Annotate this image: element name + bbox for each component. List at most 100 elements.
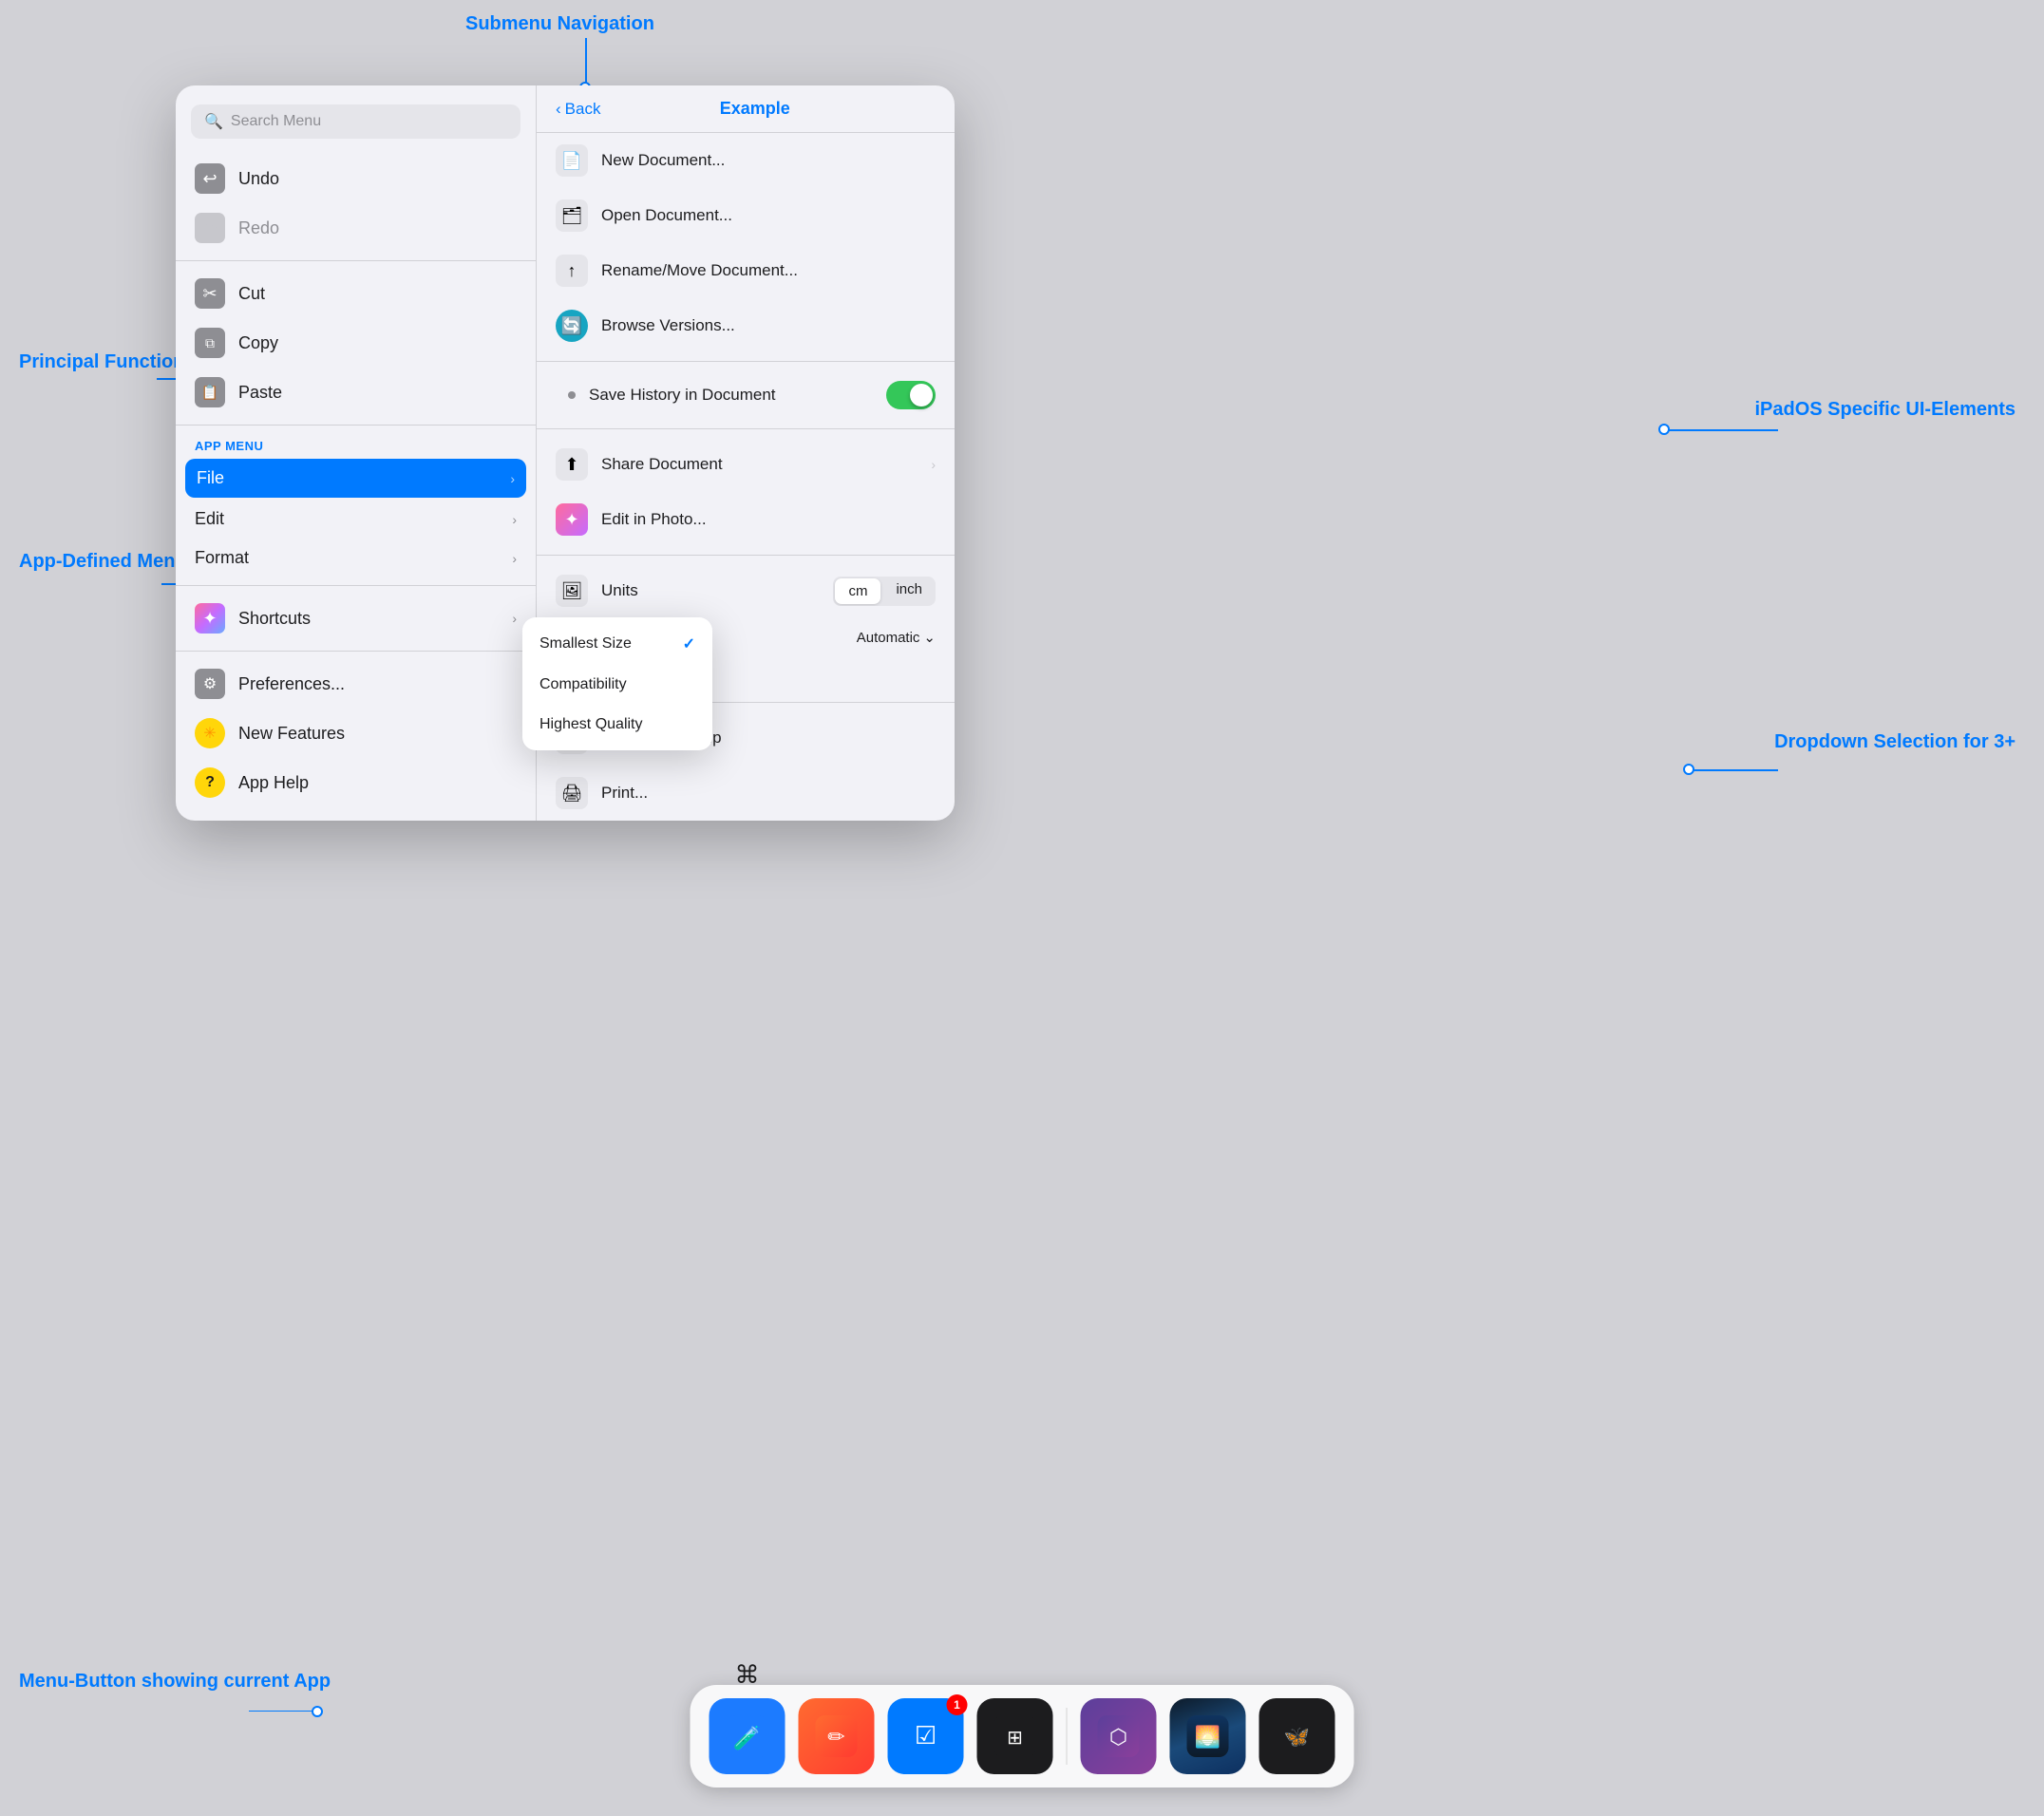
browse-versions-label: Browse Versions... [601,316,936,335]
divider-3 [176,585,536,586]
format-label: Format [195,548,499,568]
save-history-dot [568,391,576,399]
right-item-print[interactable]: 🖨 Print... [537,766,955,821]
open-doc-label: Open Document... [601,206,936,225]
undo-icon: ↩ [195,163,225,194]
testflight-icon: 🧪 [727,1715,768,1757]
dropdown-item-smallest[interactable]: Smallest Size ✓ [522,623,712,665]
save-history-row: Save History in Document [537,369,955,421]
menu-item-shortcuts[interactable]: ✦ Shortcuts › [176,594,536,643]
menu-item-preferences[interactable]: ⚙ Preferences... [176,659,536,709]
dock-app-wrapper-testflight: ⌘ 🧪 [710,1698,785,1774]
svg-text:🦋: 🦋 [1284,1725,1310,1749]
print-label: Print... [601,784,936,803]
numpad-icon: ⊞ [994,1715,1036,1757]
cmd-symbol: ⌘ [735,1660,760,1690]
right-item-edit-photo[interactable]: ✦ Edit in Photo... [537,492,955,547]
divider-right-3 [537,555,955,556]
dropdown-smallest-label: Smallest Size [539,635,632,653]
shortcuts-icon: ✦ [195,603,225,634]
menu-item-copy[interactable]: ⧉ Copy [176,318,536,368]
svg-text:⬡: ⬡ [1109,1725,1127,1749]
dock-app-butterfly[interactable]: 🦋 [1259,1698,1335,1774]
shortcuts-label: Shortcuts [238,609,499,629]
app-menu-header: APP MENU [176,433,536,457]
apphelp-label: App Help [238,773,517,793]
annotation-ipados: iPadOS Specific UI-Elements [1754,399,2016,421]
search-bar[interactable]: 🔍 Search Menu [191,104,520,139]
save-history-label: Save History in Document [589,386,873,405]
file-chevron: › [510,471,515,486]
units-cm-button[interactable]: cm [835,578,880,604]
share-icon: ⬆ [556,448,588,481]
annotation-submenu-nav: Submenu Navigation [465,13,654,35]
search-placeholder: Search Menu [231,113,321,130]
right-item-share[interactable]: ⬆ Share Document › [537,437,955,492]
right-item-browse-versions[interactable]: 🔄 Browse Versions... [537,298,955,353]
preferences-label: Preferences... [238,674,517,694]
svg-text:🧪: 🧪 [733,1726,762,1751]
dropdown-item-compatibility[interactable]: Compatibility [522,665,712,705]
menu-item-apphelp[interactable]: ? App Help [176,758,536,807]
right-header: ‹ Back Example [537,85,955,133]
units-inch-button[interactable]: inch [882,577,936,606]
back-button[interactable]: ‹ Back [556,100,600,119]
dropdown-item-highest[interactable]: Highest Quality [522,705,712,745]
edit-label: Edit [195,509,499,529]
dock-app-spectre[interactable]: 🌅 [1170,1698,1246,1774]
divider-1 [176,260,536,261]
units-row: 🖼 Units cm inch [537,563,955,618]
undo-label: Undo [238,169,517,189]
right-pane-title: Example [720,99,790,119]
appearance-value[interactable]: Automatic ⌄ [857,629,936,646]
annotation-appdefined: App-Defined Menu [19,551,187,573]
divider-4 [176,651,536,652]
right-item-new-doc[interactable]: 📄 New Document... [537,133,955,188]
share-chevron-icon: › [931,457,936,472]
right-item-rename-doc[interactable]: ↑ Rename/Move Document... [537,243,955,298]
connector-line-dropdown [1693,769,1778,771]
tasks-icon: ☑ [905,1715,947,1757]
divider-right-2 [537,428,955,429]
rename-doc-icon: ↑ [556,255,588,287]
share-label: Share Document [601,455,918,474]
newfeatures-icon: ✳ [195,718,225,748]
dock-app-sketches[interactable]: ✏ [799,1698,875,1774]
back-chevron-icon: ‹ [556,100,561,119]
toggle-knob [910,384,933,407]
dock-app-numpad[interactable]: ⊞ [977,1698,1053,1774]
menu-item-file[interactable]: File › [185,459,526,498]
open-doc-icon: 🗂 [556,199,588,232]
dock-divider [1067,1708,1068,1765]
menu-item-undo[interactable]: ↩ Undo [176,154,536,203]
menu-item-newfeatures[interactable]: ✳ New Features [176,709,536,758]
menu-item-edit[interactable]: Edit › [176,500,536,539]
menu-item-cut[interactable]: ✂ Cut [176,269,536,318]
svg-text:⊞: ⊞ [1007,1728,1023,1749]
dropdown-compatibility-label: Compatibility [539,676,627,693]
divider-right-1 [537,361,955,362]
copy-label: Copy [238,333,517,353]
annotation-dot-dropdown [1683,764,1694,775]
menu-item-paste[interactable]: 📋 Paste [176,368,536,417]
page-container: Submenu Navigation Principal Functions A… [0,0,2044,1816]
appearance-chevron-icon: ⌄ [923,629,936,646]
annotation-dot-menubutton [312,1706,323,1717]
svg-text:✏: ✏ [827,1725,845,1749]
preferences-icon: ⚙ [195,669,225,699]
new-doc-label: New Document... [601,151,936,170]
menu-item-redo[interactable]: ↪ Redo [176,203,536,253]
dock-app-testflight[interactable]: 🧪 [710,1698,785,1774]
shortcuts-chevron: › [512,611,517,626]
right-item-open-doc[interactable]: 🗂 Open Document... [537,188,955,243]
connector-line-ipados [1664,429,1778,431]
paste-label: Paste [238,383,517,403]
copy-icon: ⧉ [195,328,225,358]
units-icon: 🖼 [556,575,588,607]
divider-2 [176,425,536,426]
edit-photo-label: Edit in Photo... [601,510,936,529]
menu-item-format[interactable]: Format › [176,539,536,577]
save-history-toggle[interactable] [886,381,936,409]
dock-app-affinity[interactable]: ⬡ [1081,1698,1157,1774]
annotation-dot-ipados [1658,424,1670,435]
